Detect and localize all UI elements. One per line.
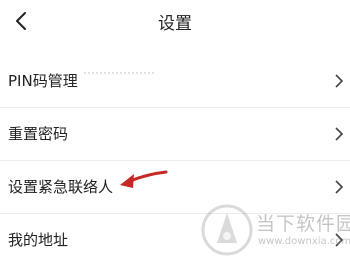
watermark-url: www.downxia.com <box>258 236 350 247</box>
hint-dots <box>84 72 154 77</box>
chevron-right-icon <box>335 180 344 194</box>
chevron-right-icon <box>335 74 344 88</box>
watermark: 当下软件园 www.downxia.com <box>200 201 350 259</box>
settings-item-label: 设置紧急联络人 <box>8 178 114 196</box>
watermark-logo-icon <box>201 204 253 256</box>
settings-item-label: 重置密码 <box>8 125 69 143</box>
settings-item-reset-password[interactable]: 重置密码 <box>0 108 350 161</box>
settings-item-pin[interactable]: PIN码管理 <box>0 55 350 108</box>
settings-item-label: 我的地址 <box>8 231 69 249</box>
page-title: 设置 <box>158 14 192 34</box>
watermark-name: 当下软件园 <box>256 213 350 235</box>
settings-item-label: PIN码管理 <box>8 72 78 90</box>
chevron-right-icon <box>335 127 344 141</box>
annotation-arrow-icon <box>120 170 168 188</box>
header-bar: 设置 <box>0 0 350 44</box>
